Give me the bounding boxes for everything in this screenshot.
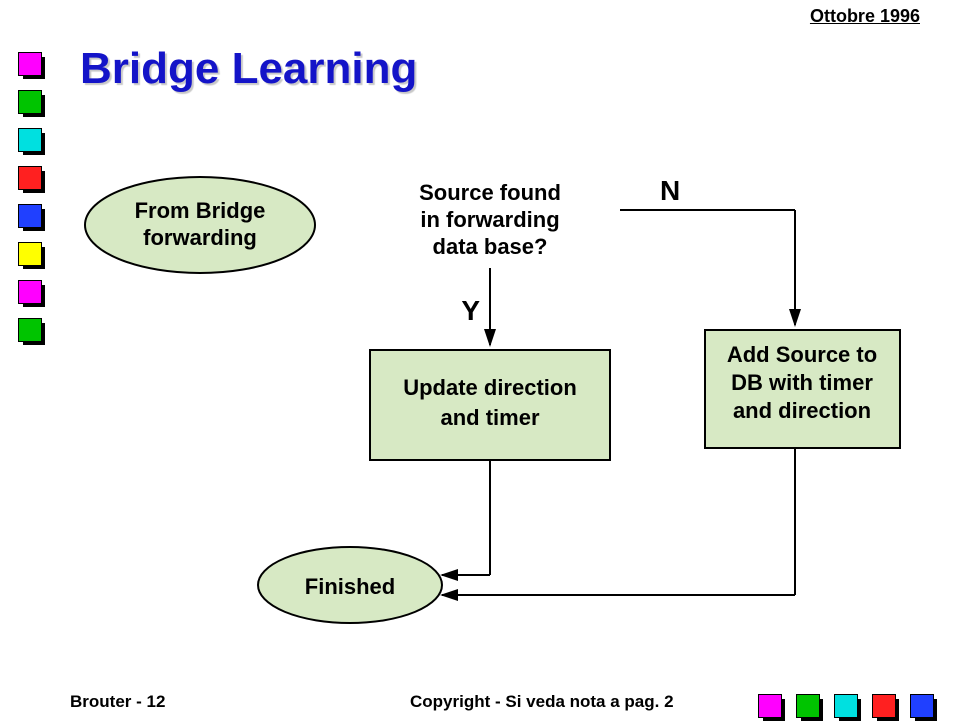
process-add-line3: and direction: [733, 398, 871, 423]
process-add-line2: DB with timer: [731, 370, 873, 395]
process-update-line2: and timer: [440, 405, 539, 430]
flowchart: From Bridge forwarding Source found in f…: [0, 0, 960, 728]
footer-left: Brouter - 12: [70, 692, 165, 712]
start-line2: forwarding: [143, 225, 257, 250]
process-add-line1: Add Source to: [727, 342, 877, 367]
footer-right: Copyright - Si veda nota a pag. 2: [410, 692, 674, 712]
start-line1: From Bridge: [135, 198, 266, 223]
branch-no-label: N: [660, 175, 680, 206]
process-update-line1: Update direction: [403, 375, 577, 400]
end-label: Finished: [305, 574, 395, 599]
decision-line1: Source found: [419, 180, 561, 205]
branch-yes-label: Y: [461, 295, 480, 326]
decision-line3: data base?: [433, 234, 548, 259]
decision-line2: in forwarding: [420, 207, 559, 232]
